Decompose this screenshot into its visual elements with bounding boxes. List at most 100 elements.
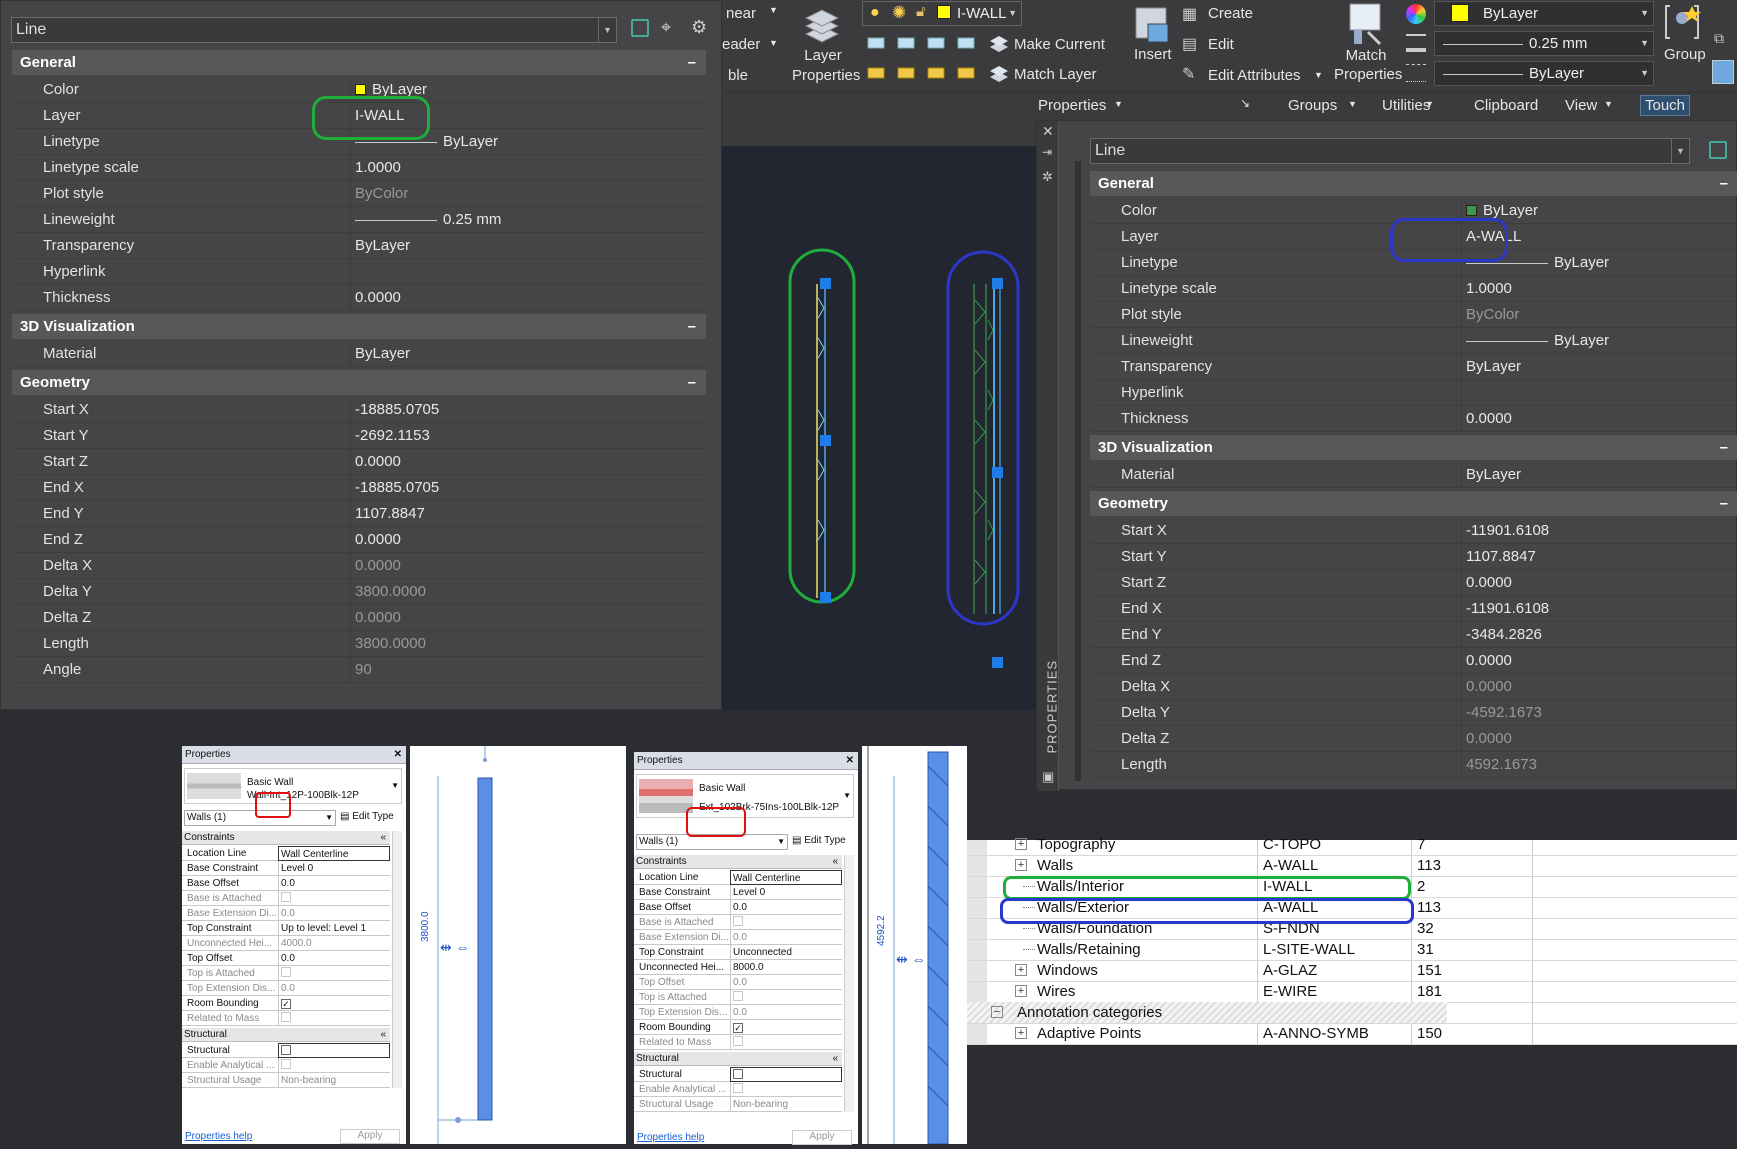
edit-attributes-icon[interactable]: ✎ [1182, 64, 1195, 84]
group-label[interactable]: Group [1664, 46, 1706, 63]
panel-scrollbar[interactable] [1075, 161, 1081, 781]
create-label[interactable]: Create [1208, 5, 1253, 22]
table-row[interactable]: + Wires E-WIRE 181 [967, 981, 1737, 1003]
property-row[interactable]: Delta Z 0.0000 [12, 605, 706, 631]
property-row[interactable]: Transparency ByLayer [12, 233, 706, 259]
section-header[interactable]: General – [1090, 171, 1737, 196]
tab-utilities[interactable]: Utilities [1382, 97, 1430, 114]
revit-property-value[interactable] [730, 990, 842, 1005]
property-row[interactable]: Start Z 0.0000 [12, 449, 706, 475]
revit-property-row[interactable]: Base Offset 0.0 [182, 876, 390, 891]
property-row[interactable]: Start Y 1107.8847 [1090, 544, 1737, 570]
property-row[interactable]: End Z 0.0000 [12, 527, 706, 553]
collapse-icon[interactable]: – [1720, 171, 1728, 196]
table-row[interactable]: Walls/Retaining L-SITE-WALL 31 [967, 939, 1737, 961]
quick-select-icon[interactable] [1709, 141, 1727, 159]
revit-property-row[interactable]: Related to Mass [634, 1035, 842, 1050]
select-objects-icon[interactable]: ⌖ [661, 17, 671, 38]
insert-label[interactable]: Insert [1134, 46, 1172, 63]
section-header[interactable]: Geometry – [12, 370, 706, 395]
revit-view-2[interactable]: 4592.2 ⇹ ⇔ [862, 746, 967, 1145]
panel-menu-icon[interactable]: ▣ [1042, 769, 1054, 785]
edit-attributes-label[interactable]: Edit Attributes [1208, 67, 1301, 84]
layer-tools-row-2-icons[interactable] [866, 62, 986, 86]
table-row[interactable]: + Adaptive Points A-ANNO-SYMB 150 [967, 1023, 1737, 1045]
collapse-icon[interactable]: – [688, 50, 696, 75]
property-row[interactable]: End X -18885.0705 [12, 475, 706, 501]
checkbox[interactable]: ✓ [281, 999, 291, 1009]
close-icon[interactable]: ✕ [1042, 123, 1054, 140]
revit-property-value[interactable] [730, 1082, 842, 1097]
collapse-icon[interactable]: – [1720, 491, 1728, 516]
checkbox[interactable] [281, 967, 291, 977]
checkbox[interactable] [281, 1045, 291, 1055]
panel-settings-icon[interactable]: ✲ [1042, 169, 1053, 185]
expand-icon[interactable]: + [1015, 1027, 1027, 1039]
property-row[interactable]: Start X -11901.6108 [1090, 518, 1737, 544]
make-current-icon[interactable] [988, 32, 1010, 54]
revit-property-row[interactable]: Top Constraint Unconnected [634, 945, 842, 960]
revit-property-value[interactable]: Non-bearing [730, 1097, 842, 1112]
property-row[interactable]: Transparency ByLayer [1090, 354, 1737, 380]
property-row[interactable]: Start X -18885.0705 [12, 397, 706, 423]
section-header[interactable]: Geometry – [1090, 491, 1737, 516]
revit-property-row[interactable]: Top is Attached [634, 990, 842, 1005]
insert-block-icon[interactable] [1134, 6, 1170, 44]
property-row[interactable]: Plot style ByColor [12, 181, 706, 207]
layer-properties-icon[interactable] [802, 4, 842, 44]
checkbox[interactable] [733, 991, 743, 1001]
property-row[interactable]: Material ByLayer [1090, 462, 1737, 488]
revit-scrollbar[interactable] [844, 855, 854, 1112]
table-row[interactable]: + Walls A-WALL 113 [967, 855, 1737, 877]
revit-section-header[interactable]: Constraints « [182, 831, 390, 845]
revit-property-row[interactable]: Structural [634, 1067, 842, 1082]
property-row[interactable]: Lineweight 0.25 mm [12, 207, 706, 233]
panel-launcher-icon[interactable]: ↘ [1240, 96, 1250, 110]
checkbox[interactable] [281, 1012, 291, 1022]
property-row[interactable]: End Z 0.0000 [1090, 648, 1737, 674]
collapse-icon[interactable]: « [380, 831, 386, 845]
property-row[interactable]: Lineweight ByLayer [1090, 328, 1737, 354]
close-icon[interactable]: ✕ [394, 746, 402, 764]
property-row[interactable]: Plot style ByColor [1090, 302, 1737, 328]
revit-property-value[interactable] [730, 1067, 842, 1082]
revit-property-value[interactable]: Level 0 [278, 861, 390, 876]
expand-icon[interactable]: + [1015, 985, 1027, 997]
revit-scrollbar[interactable] [392, 831, 402, 1088]
object-type-select[interactable]: Line ▼ [11, 17, 617, 43]
revit-property-value[interactable]: 0.0 [278, 951, 390, 966]
revit-property-value[interactable] [278, 891, 390, 906]
revit-property-row[interactable]: Base Extension Di... 0.0 [634, 930, 842, 945]
table-row[interactable]: + Windows A-GLAZ 151 [967, 960, 1737, 982]
close-icon[interactable]: ✕ [846, 752, 854, 770]
property-row[interactable]: Hyperlink [1090, 380, 1737, 406]
section-header[interactable]: General – [12, 50, 706, 75]
collapse-icon[interactable]: – [688, 370, 696, 395]
property-row[interactable]: Length 4592.1673 [1090, 752, 1737, 778]
revit-property-row[interactable]: Unconnected Hei... 4000.0 [182, 936, 390, 951]
group-select-icon[interactable] [1712, 60, 1734, 84]
revit-property-value[interactable]: 4000.0 [278, 936, 390, 951]
revit-property-value[interactable]: Up to level: Level 1 [278, 921, 390, 936]
match-properties-label[interactable]: Match Properties [1334, 46, 1402, 84]
revit-property-row[interactable]: Structural [182, 1043, 390, 1058]
checkbox[interactable] [281, 892, 291, 902]
property-row[interactable]: Angle 90 [12, 657, 706, 683]
revit-view-1[interactable]: 3800.0 ⇹ ⇔ [410, 746, 626, 1144]
revit-property-value[interactable] [730, 1035, 842, 1050]
revit-property-value[interactable]: ✓ [278, 996, 390, 1011]
edit-block-icon[interactable]: ▤ [1182, 34, 1197, 54]
collapse-icon[interactable]: « [832, 1052, 838, 1066]
edit-type-button[interactable]: ▤ Edit Type [792, 835, 846, 846]
revit-property-row[interactable]: Top Extension Dis... 0.0 [182, 981, 390, 996]
revit-property-row[interactable]: Base is Attached [182, 891, 390, 906]
object-type-select[interactable]: Line ▼ [1090, 138, 1690, 164]
layer-properties-label[interactable]: Layer Properties [792, 46, 860, 86]
property-row[interactable]: End X -11901.6108 [1090, 596, 1737, 622]
ribbon-partial-1[interactable]: near [726, 5, 756, 22]
revit-property-value[interactable]: Wall Centerline [730, 870, 842, 885]
revit-property-value[interactable]: 0.0 [730, 900, 842, 915]
collapse-icon[interactable]: « [380, 1028, 386, 1042]
revit-property-value[interactable] [730, 915, 842, 930]
revit-property-value[interactable]: ✓ [730, 1020, 842, 1035]
